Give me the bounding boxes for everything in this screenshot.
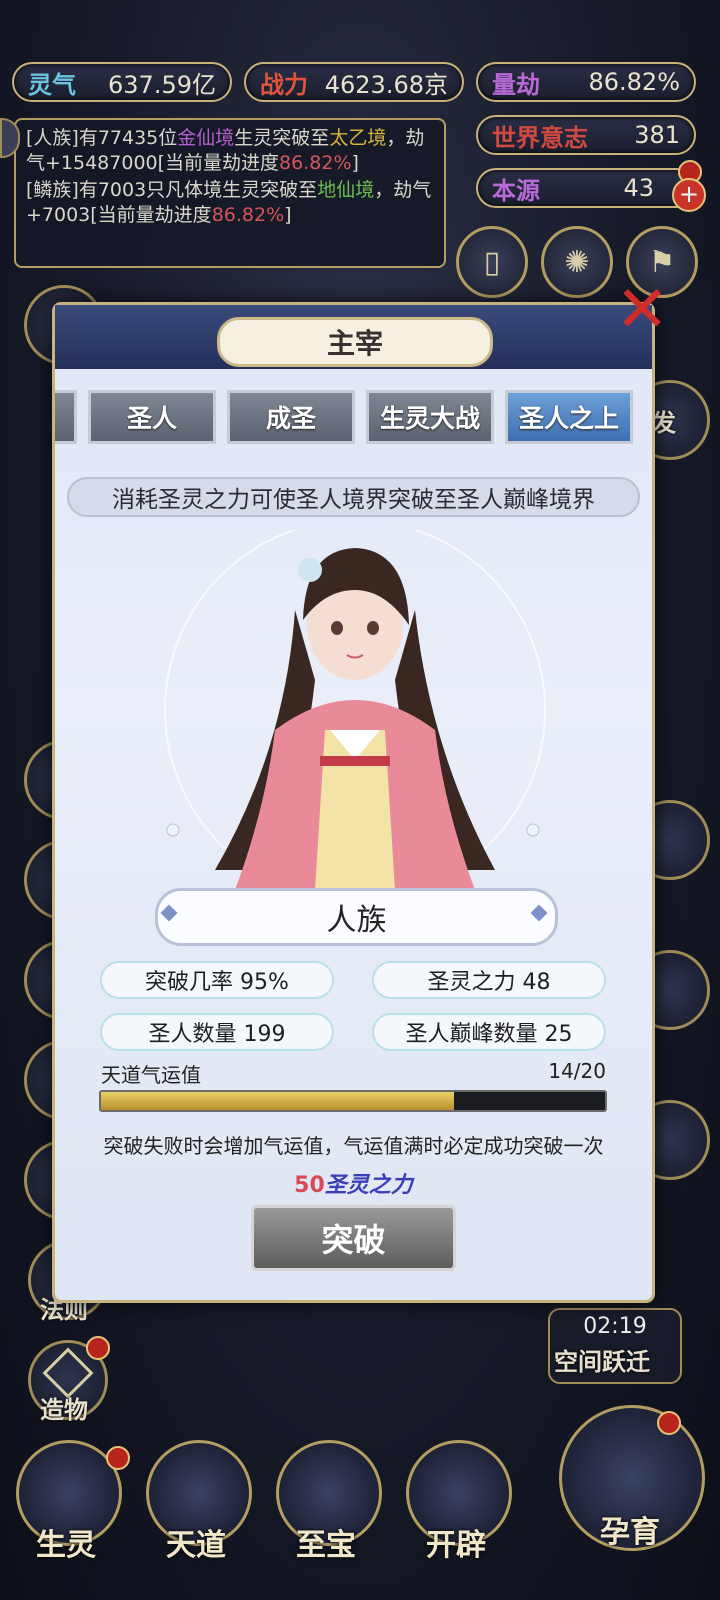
cost-amount: 50 <box>294 1173 325 1198</box>
cost-unit: 圣灵之力 <box>324 1173 413 1198</box>
creation-label: 造物 <box>40 1396 88 1424</box>
shijie-value: 381 <box>634 121 680 149</box>
close-icon[interactable]: ✕ <box>612 278 672 342</box>
nav-treasure-label: 至宝 <box>296 1528 356 1563</box>
add-icon[interactable]: + <box>672 178 706 212</box>
nav-heaven-label: 天道 <box>166 1528 226 1563</box>
shijie-label: 世界意志 <box>492 123 588 152</box>
nav-create[interactable]: 开辟 <box>400 1440 512 1563</box>
log-entry: [人族]有77435位金仙境生灵突破至太乙境，劫气+15487000[当前量劫进… <box>26 127 425 174</box>
lingqi-label: 灵气 <box>28 70 76 99</box>
race-name: 人族 <box>155 888 558 946</box>
breakthrough-button[interactable]: 突破 <box>251 1205 456 1271</box>
breakthrough-chance: 突破几率 95% <box>100 961 334 999</box>
zhanli-label: 战力 <box>260 70 308 99</box>
tab-scroll-left[interactable] <box>55 390 77 444</box>
fortune-note: 突破失败时会增加气运值，气运值满时必定成功突破一次 <box>103 1134 604 1158</box>
benyuan-pill[interactable]: 本源 43 <box>476 168 696 208</box>
fortune-label: 天道气运值 <box>101 1063 201 1087</box>
fortune-progress-bar <box>99 1090 607 1112</box>
shijie-pill[interactable]: 世界意志 381 <box>476 115 696 155</box>
tab-creature-war[interactable]: 生灵大战 <box>366 390 494 444</box>
nav-nurture[interactable]: 孕育 <box>555 1405 705 1555</box>
benyuan-label: 本源 <box>492 176 540 205</box>
nav-create-label: 开辟 <box>426 1528 486 1563</box>
nav-treasure[interactable]: 至宝 <box>270 1440 382 1563</box>
tab-become-saint[interactable]: 成圣 <box>227 390 355 444</box>
tab-saint[interactable]: 圣人 <box>88 390 216 444</box>
character-portrait <box>164 530 546 890</box>
saint-power: 圣灵之力 48 <box>372 961 606 999</box>
side-right-partial-label: 发 <box>652 409 676 437</box>
zhanli-pill: 战力 4623.68京 <box>244 62 464 102</box>
dialog-description: 消耗圣灵之力可使圣人境界突破至圣人巅峰境界 <box>67 477 640 517</box>
scroll-icon[interactable]: ▯ <box>456 226 528 298</box>
tab-beyond-saint[interactable]: 圣人之上 <box>505 390 633 444</box>
log-entry: [鳞族]有7003只凡体境生灵突破至地仙境，劫气+7003[当前量劫进度86.8… <box>26 179 432 226</box>
saint-count: 圣人数量 199 <box>100 1013 334 1051</box>
fortune-value: 14/20 <box>548 1059 606 1083</box>
nav-heaven[interactable]: 天道 <box>140 1440 252 1563</box>
nav-nurture-label: 孕育 <box>600 1515 660 1550</box>
space-jump-label: 空间跃迁 <box>554 1348 650 1376</box>
liangjie-pill[interactable]: 量劫 86.82% <box>476 62 696 102</box>
timer-text: 02:19 <box>583 1314 647 1339</box>
dialog-title: 主宰 <box>217 317 493 367</box>
zhanli-value: 4623.68京 <box>324 70 448 99</box>
event-log: [人族]有77435位金仙境生灵突破至太乙境，劫气+15487000[当前量劫进… <box>14 118 446 268</box>
peak-saint-count: 圣人巅峰数量 25 <box>372 1013 606 1051</box>
liangjie-label: 量劫 <box>492 70 540 99</box>
dominator-dialog: 主宰 圣人 成圣 生灵大战 圣人之上 消耗圣灵之力可使圣人境界突破至圣人巅峰境界… <box>55 305 652 1300</box>
lingqi-value: 637.59亿 <box>108 70 216 99</box>
benyuan-value: 43 <box>623 174 654 202</box>
fortune-progress-fill <box>101 1092 454 1110</box>
nav-creatures[interactable]: 生灵 <box>10 1440 130 1563</box>
creatures-notification-dot <box>106 1446 130 1470</box>
lingqi-pill: 灵气 637.59亿 <box>12 62 232 102</box>
breakthrough-cost: 50圣灵之力 <box>55 1167 652 1199</box>
creation-notification-dot <box>86 1336 110 1360</box>
vortex-icon[interactable]: ✺ <box>541 226 613 298</box>
liangjie-value: 86.82% <box>588 68 680 96</box>
nurture-notification-dot <box>657 1411 681 1435</box>
nav-creatures-label: 生灵 <box>36 1528 96 1563</box>
